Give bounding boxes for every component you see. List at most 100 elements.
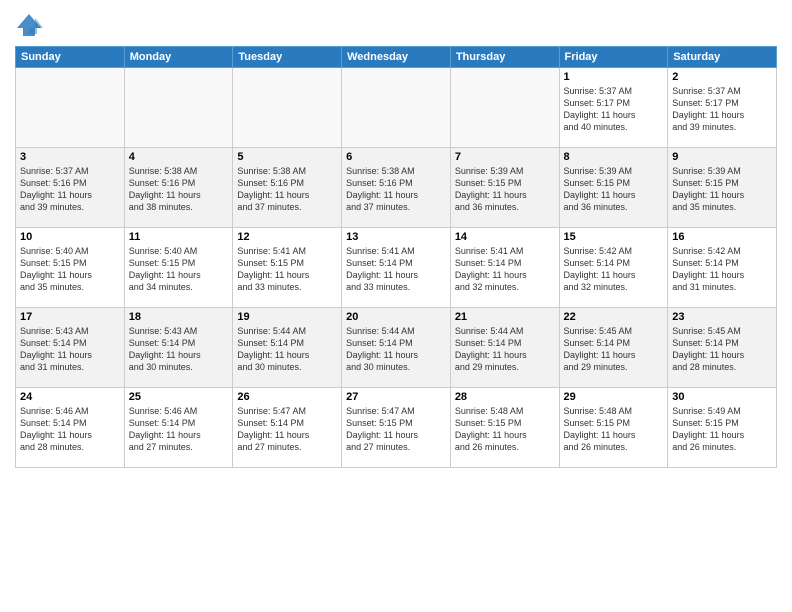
- calendar-cell: 17 Sunrise: 5:43 AM Sunset: 5:14 PM Dayli…: [16, 308, 125, 388]
- day-info: Sunrise: 5:45 AM Sunset: 5:14 PM Dayligh…: [672, 325, 772, 374]
- calendar-cell: 2 Sunrise: 5:37 AM Sunset: 5:17 PM Daylig…: [668, 68, 777, 148]
- calendar-cell: 13 Sunrise: 5:41 AM Sunset: 5:14 PM Dayli…: [342, 228, 451, 308]
- calendar-cell: 23 Sunrise: 5:45 AM Sunset: 5:14 PM Dayli…: [668, 308, 777, 388]
- day-info: Sunrise: 5:41 AM Sunset: 5:15 PM Dayligh…: [237, 245, 337, 294]
- day-info: Sunrise: 5:39 AM Sunset: 5:15 PM Dayligh…: [564, 165, 664, 214]
- day-number: 28: [455, 391, 555, 403]
- calendar-cell: 27 Sunrise: 5:47 AM Sunset: 5:15 PM Dayli…: [342, 388, 451, 468]
- day-number: 9: [672, 151, 772, 163]
- calendar-cell: 22Sunrise: 5:45 AM Sunset: 5:14 PM Dayli…: [559, 308, 668, 388]
- calendar-cell: [450, 68, 559, 148]
- day-number: 14: [455, 231, 555, 243]
- day-info: Sunrise: 5:38 AM Sunset: 5:16 PM Dayligh…: [129, 165, 229, 214]
- day-number: 11: [129, 231, 229, 243]
- logo-icon: [15, 10, 43, 38]
- day-info: Sunrise: 5:40 AM Sunset: 5:15 PM Dayligh…: [20, 245, 120, 294]
- day-number: 5: [237, 151, 337, 163]
- day-number: 23: [672, 311, 772, 323]
- day-number: 22: [564, 311, 664, 323]
- day-number: 25: [129, 391, 229, 403]
- day-number: 4: [129, 151, 229, 163]
- day-number: 10: [20, 231, 120, 243]
- day-info: Sunrise: 5:41 AM Sunset: 5:14 PM Dayligh…: [455, 245, 555, 294]
- calendar-cell: 26 Sunrise: 5:47 AM Sunset: 5:14 PM Dayli…: [233, 388, 342, 468]
- calendar-cell: 4 Sunrise: 5:38 AM Sunset: 5:16 PM Daylig…: [124, 148, 233, 228]
- day-info: Sunrise: 5:43 AM Sunset: 5:14 PM Dayligh…: [129, 325, 229, 374]
- day-info: Sunrise: 5:47 AM Sunset: 5:14 PM Dayligh…: [237, 405, 337, 454]
- calendar-week-row: 17 Sunrise: 5:43 AM Sunset: 5:14 PM Dayli…: [16, 308, 777, 388]
- day-number: 21: [455, 311, 555, 323]
- day-number: 29: [564, 391, 664, 403]
- day-number: 3: [20, 151, 120, 163]
- day-info: Sunrise: 5:38 AM Sunset: 5:16 PM Dayligh…: [237, 165, 337, 214]
- calendar-cell: 29 Sunrise: 5:48 AM Sunset: 5:15 PM Dayli…: [559, 388, 668, 468]
- calendar-cell: 24Sunrise: 5:46 AM Sunset: 5:14 PM Dayli…: [16, 388, 125, 468]
- day-info: Sunrise: 5:40 AM Sunset: 5:15 PM Dayligh…: [129, 245, 229, 294]
- calendar-cell: 11 Sunrise: 5:40 AM Sunset: 5:15 PM Dayli…: [124, 228, 233, 308]
- weekday-header-row: SundayMondayTuesdayWednesdayThursdayFrid…: [16, 47, 777, 68]
- calendar-cell: 1Sunrise: 5:37 AM Sunset: 5:17 PM Daylig…: [559, 68, 668, 148]
- calendar-cell: 7 Sunrise: 5:39 AM Sunset: 5:15 PM Daylig…: [450, 148, 559, 228]
- weekday-header: Wednesday: [342, 47, 451, 68]
- weekday-header: Tuesday: [233, 47, 342, 68]
- day-number: 27: [346, 391, 446, 403]
- day-info: Sunrise: 5:39 AM Sunset: 5:15 PM Dayligh…: [455, 165, 555, 214]
- calendar-cell: [233, 68, 342, 148]
- calendar-cell: 15 Sunrise: 5:42 AM Sunset: 5:14 PM Dayli…: [559, 228, 668, 308]
- day-number: 13: [346, 231, 446, 243]
- calendar-cell: [16, 68, 125, 148]
- day-number: 18: [129, 311, 229, 323]
- day-info: Sunrise: 5:43 AM Sunset: 5:14 PM Dayligh…: [20, 325, 120, 374]
- calendar-cell: 5 Sunrise: 5:38 AM Sunset: 5:16 PM Daylig…: [233, 148, 342, 228]
- day-info: Sunrise: 5:41 AM Sunset: 5:14 PM Dayligh…: [346, 245, 446, 294]
- day-number: 20: [346, 311, 446, 323]
- day-number: 1: [564, 71, 664, 83]
- weekday-header: Sunday: [16, 47, 125, 68]
- day-info: Sunrise: 5:47 AM Sunset: 5:15 PM Dayligh…: [346, 405, 446, 454]
- calendar-cell: [124, 68, 233, 148]
- day-number: 2: [672, 71, 772, 83]
- calendar-cell: 20Sunrise: 5:44 AM Sunset: 5:14 PM Dayli…: [342, 308, 451, 388]
- calendar-cell: 25 Sunrise: 5:46 AM Sunset: 5:14 PM Dayli…: [124, 388, 233, 468]
- weekday-header: Saturday: [668, 47, 777, 68]
- day-info: Sunrise: 5:44 AM Sunset: 5:14 PM Dayligh…: [237, 325, 337, 374]
- day-number: 15: [564, 231, 664, 243]
- calendar-cell: [342, 68, 451, 148]
- calendar-cell: 6 Sunrise: 5:38 AM Sunset: 5:16 PM Daylig…: [342, 148, 451, 228]
- calendar-cell: 30 Sunrise: 5:49 AM Sunset: 5:15 PM Dayli…: [668, 388, 777, 468]
- calendar-week-row: 24Sunrise: 5:46 AM Sunset: 5:14 PM Dayli…: [16, 388, 777, 468]
- day-number: 17: [20, 311, 120, 323]
- calendar-cell: 16 Sunrise: 5:42 AM Sunset: 5:14 PM Dayli…: [668, 228, 777, 308]
- logo: [15, 10, 47, 38]
- day-number: 30: [672, 391, 772, 403]
- day-info: Sunrise: 5:46 AM Sunset: 5:14 PM Dayligh…: [129, 405, 229, 454]
- day-info: Sunrise: 5:38 AM Sunset: 5:16 PM Dayligh…: [346, 165, 446, 214]
- day-info: Sunrise: 5:48 AM Sunset: 5:15 PM Dayligh…: [455, 405, 555, 454]
- calendar-cell: 9 Sunrise: 5:39 AM Sunset: 5:15 PM Daylig…: [668, 148, 777, 228]
- calendar-cell: 19Sunrise: 5:44 AM Sunset: 5:14 PM Dayli…: [233, 308, 342, 388]
- day-info: Sunrise: 5:42 AM Sunset: 5:14 PM Dayligh…: [672, 245, 772, 294]
- weekday-header: Friday: [559, 47, 668, 68]
- calendar-week-row: 1 Sunrise: 5:37 AM Sunset: 5:17 PM Daylig…: [16, 68, 777, 148]
- calendar-cell: 8Sunrise: 5:39 AM Sunset: 5:15 PM Daylig…: [559, 148, 668, 228]
- day-info: Sunrise: 5:49 AM Sunset: 5:15 PM Dayligh…: [672, 405, 772, 454]
- day-info: Sunrise: 5:46 AM Sunset: 5:14 PM Dayligh…: [20, 405, 120, 454]
- calendar-table: SundayMondayTuesdayWednesdayThursdayFrid…: [15, 46, 777, 468]
- day-info: Sunrise: 5:37 AM Sunset: 5:16 PM Dayligh…: [20, 165, 120, 214]
- page-container: SundayMondayTuesdayWednesdayThursdayFrid…: [0, 0, 792, 478]
- day-info: Sunrise: 5:37 AM Sunset: 5:17 PM Dayligh…: [672, 85, 772, 134]
- calendar-cell: 18 Sunrise: 5:43 AM Sunset: 5:14 PM Dayli…: [124, 308, 233, 388]
- day-number: 26: [237, 391, 337, 403]
- calendar-cell: 10 Sunrise: 5:40 AM Sunset: 5:15 PM Dayli…: [16, 228, 125, 308]
- day-number: 16: [672, 231, 772, 243]
- day-number: 7: [455, 151, 555, 163]
- weekday-header: Monday: [124, 47, 233, 68]
- day-number: 6: [346, 151, 446, 163]
- calendar-week-row: 10 Sunrise: 5:40 AM Sunset: 5:15 PM Dayli…: [16, 228, 777, 308]
- header: [15, 10, 777, 38]
- day-info: Sunrise: 5:39 AM Sunset: 5:15 PM Dayligh…: [672, 165, 772, 214]
- day-info: Sunrise: 5:48 AM Sunset: 5:15 PM Dayligh…: [564, 405, 664, 454]
- day-number: 12: [237, 231, 337, 243]
- calendar-week-row: 3 Sunrise: 5:37 AM Sunset: 5:16 PM Daylig…: [16, 148, 777, 228]
- day-info: Sunrise: 5:42 AM Sunset: 5:14 PM Dayligh…: [564, 245, 664, 294]
